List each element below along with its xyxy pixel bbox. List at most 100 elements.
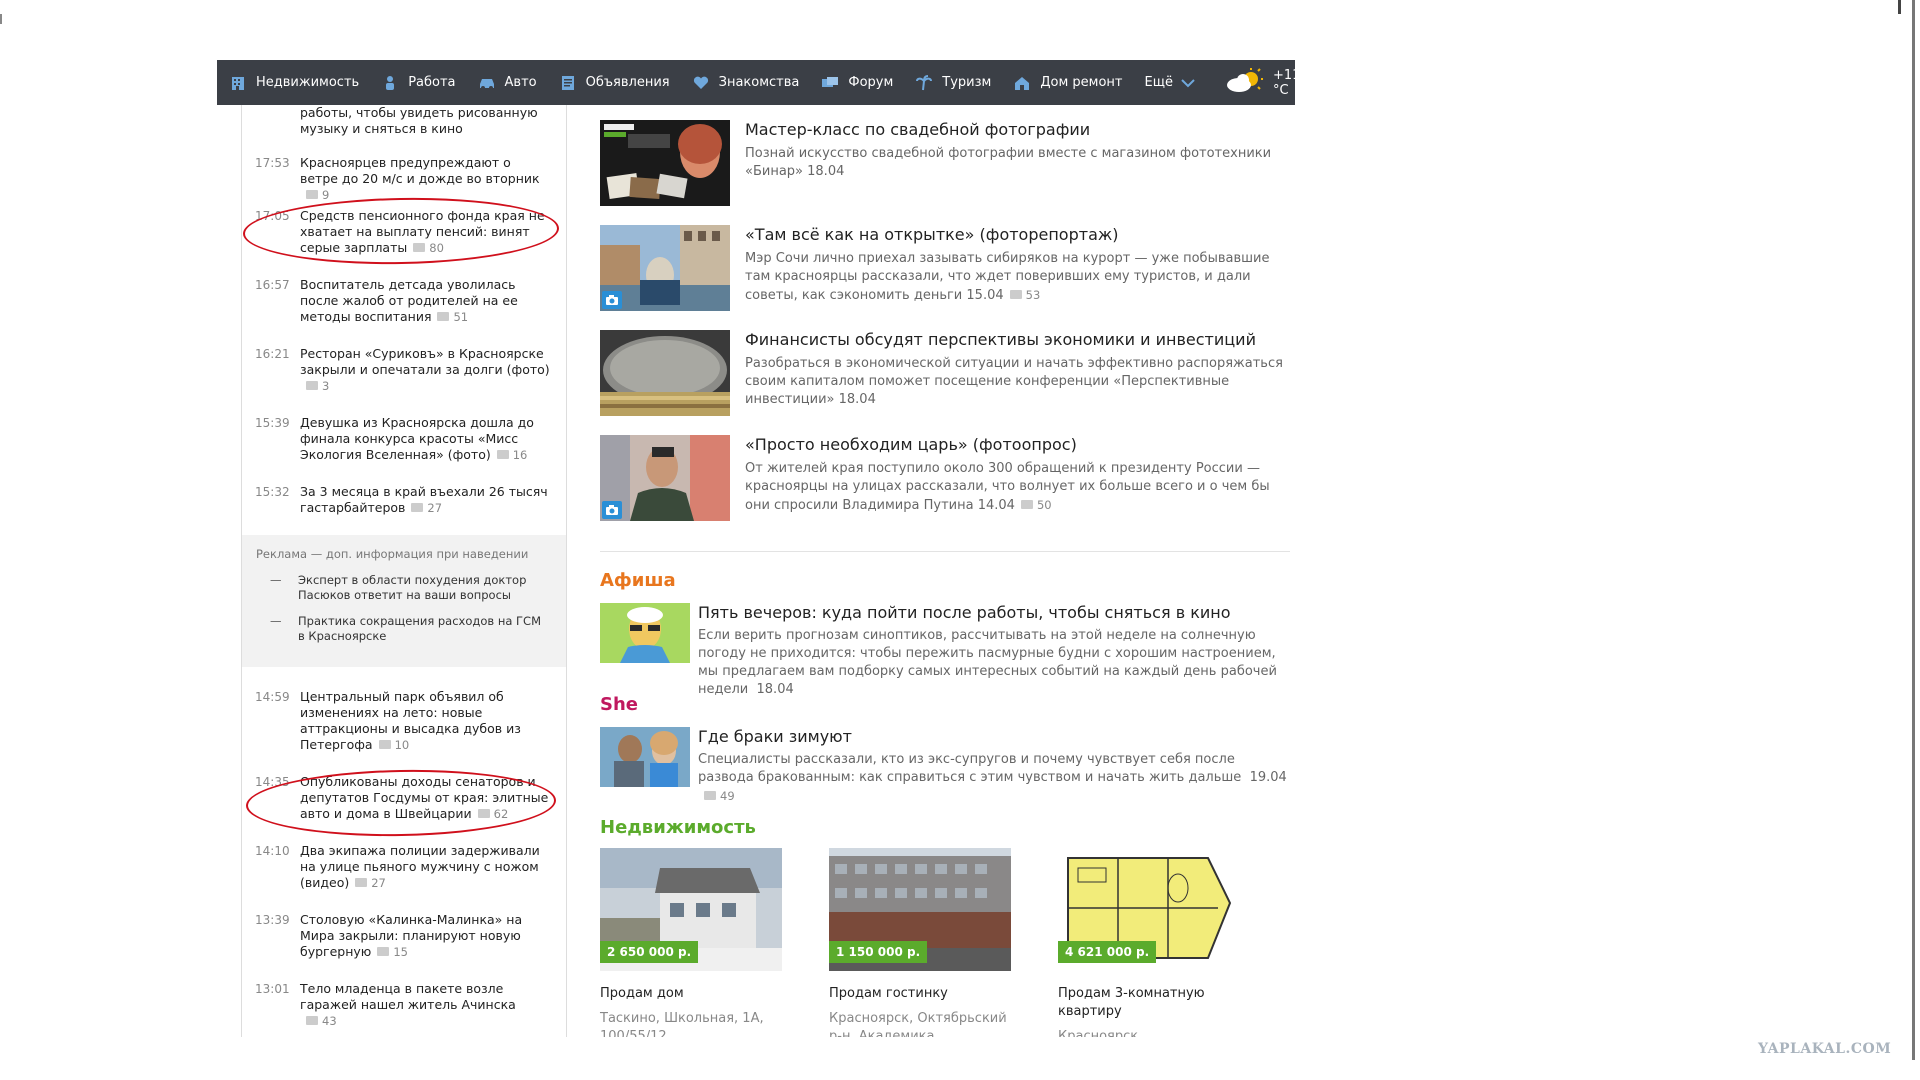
realty-photo: 1 150 000 р. xyxy=(829,848,1011,971)
window-edge-mark xyxy=(0,14,2,24)
article-thumbnail xyxy=(600,435,730,521)
divider xyxy=(600,551,1290,552)
news-text: Тело младенца в пакете возле гаражей наш… xyxy=(300,981,516,1012)
camera-icon xyxy=(602,291,622,309)
news-time: 13:01 xyxy=(255,982,290,996)
comment-icon xyxy=(437,312,450,321)
comment-icon xyxy=(377,947,390,956)
nav-item-ads[interactable]: Объявления xyxy=(559,74,670,92)
comment-count: 49 xyxy=(698,789,735,803)
comment-count: 53 xyxy=(1004,288,1040,302)
news-text: Воспитатель детсада уволилась после жало… xyxy=(300,277,518,324)
section-title-she[interactable]: She xyxy=(600,694,638,715)
news-time: 15:39 xyxy=(255,416,290,430)
comment-icon xyxy=(378,740,391,749)
section-title-afisha[interactable]: Афиша xyxy=(600,570,676,591)
comment-count: 62 xyxy=(472,807,508,821)
article-desc: Специалисты рассказали, кто из экс-супру… xyxy=(698,752,1242,785)
comment-icon xyxy=(477,809,490,818)
comment-icon xyxy=(704,791,716,800)
nav-label: Авто xyxy=(504,75,537,90)
nav-label: Недвижимость xyxy=(256,75,360,90)
comment-count: 3 xyxy=(300,379,329,393)
article-card[interactable]: «Там всё как на открытке» (фоторепортаж)… xyxy=(600,225,1290,315)
comment-count: 43 xyxy=(300,1014,337,1028)
comment-icon xyxy=(1020,500,1033,509)
building-icon xyxy=(229,74,247,92)
article-date: 15.04 xyxy=(966,288,1004,303)
nav-item-dating[interactable]: Знакомства xyxy=(692,74,799,92)
article-date: 18.04 xyxy=(756,682,794,697)
car-icon xyxy=(478,74,496,92)
camera-icon xyxy=(602,501,622,519)
nav-item-work[interactable]: Работа xyxy=(381,74,456,92)
article-thumbnail xyxy=(600,727,690,787)
news-text: работы, чтобы увидеть рисованную музыку … xyxy=(300,105,538,136)
comment-count: 80 xyxy=(407,241,444,255)
price-badge: 2 650 000 р. xyxy=(600,941,699,963)
ads-label: Реклама — доп. информация при наведении xyxy=(256,547,529,561)
realty-title: Продам гостинку xyxy=(829,986,948,1001)
realty-title: Продам дом xyxy=(600,986,684,1001)
comment-count: 50 xyxy=(1015,498,1052,512)
comment-count: 15 xyxy=(371,945,408,959)
article-card[interactable]: Пять вечеров: куда пойти после работы, ч… xyxy=(600,603,1290,697)
news-text: Ресторан «Суриковъ» в Красноярске закрыл… xyxy=(300,346,550,377)
nav-label: Работа xyxy=(408,75,456,90)
nav-label: Форум xyxy=(848,75,894,90)
heart-icon xyxy=(692,74,710,92)
nav-item-home[interactable]: Дом ремонт xyxy=(1013,74,1122,92)
article-thumbnail xyxy=(600,225,730,311)
news-text: Центральный парк объявил об изменениях н… xyxy=(300,689,521,752)
notepad-icon xyxy=(559,74,577,92)
article-card[interactable]: Где браки зимуют Специалисты рассказали,… xyxy=(600,727,1290,803)
scrollbar-top xyxy=(1898,0,1901,14)
comment-count: 9 xyxy=(300,188,329,202)
page-bottom-mask xyxy=(560,1037,1360,1080)
comment-icon xyxy=(355,878,368,887)
section-title-realty[interactable]: Недвижимость xyxy=(600,817,756,838)
realty-title: Продам 3-комнатную квартиру xyxy=(1058,986,1205,1019)
article-title: Финансисты обсудят перспективы экономики… xyxy=(745,330,1256,349)
news-time: 14:59 xyxy=(255,690,290,704)
ads-block: Реклама — доп. информация при наведении … xyxy=(242,535,566,667)
article-card[interactable]: «Просто необходим царь» (фотоопрос) От ж… xyxy=(600,435,1290,525)
worker-icon xyxy=(381,74,399,92)
comment-icon xyxy=(306,1016,318,1025)
weather-widget[interactable]: +11,8 °C xyxy=(1225,67,1313,99)
news-text: Опубликованы доходы сенаторов и депутато… xyxy=(300,774,549,821)
house-icon xyxy=(1013,74,1031,92)
article-title: Где браки зимуют xyxy=(698,727,852,746)
page-bottom-mask xyxy=(230,1037,570,1080)
article-title: Пять вечеров: куда пойти после работы, ч… xyxy=(698,603,1231,622)
article-title: «Там всё как на открытке» (фоторепортаж) xyxy=(745,225,1119,244)
article-card[interactable]: Мастер-класс по свадебной фотографии Поз… xyxy=(600,120,1290,210)
article-card[interactable]: Финансисты обсудят перспективы экономики… xyxy=(600,330,1290,420)
comment-count: 27 xyxy=(405,501,442,515)
comment-count: 16 xyxy=(491,448,527,462)
price-badge: 4 621 000 р. xyxy=(1058,941,1157,963)
watermark: YAPLAKAL.COM xyxy=(1758,1041,1892,1057)
nav-label: Туризм xyxy=(942,75,992,90)
nav-item-realty[interactable]: Недвижимость xyxy=(229,74,359,92)
comment-icon xyxy=(1009,290,1022,299)
news-time: 14:10 xyxy=(255,844,290,858)
nav-item-forum[interactable]: Форум xyxy=(821,74,893,92)
news-time: 13:39 xyxy=(255,913,290,927)
news-time: 17:05 xyxy=(255,209,290,223)
news-time: 15:32 xyxy=(255,485,290,499)
article-thumbnail xyxy=(600,120,730,206)
comment-count: 27 xyxy=(349,876,386,890)
palm-icon xyxy=(915,74,933,92)
article-date: 18.04 xyxy=(807,164,845,179)
nav-label: Дом ремонт xyxy=(1040,75,1123,90)
comment-icon xyxy=(411,503,424,512)
nav-item-tourism[interactable]: Туризм xyxy=(915,74,991,92)
scrollbar-track[interactable] xyxy=(1912,0,1915,1060)
nav-item-more[interactable]: Ещё xyxy=(1144,74,1196,92)
realty-photo: 2 650 000 р. xyxy=(600,848,782,971)
weather-temp: +11,8 °C xyxy=(1272,67,1313,98)
nav-item-auto[interactable]: Авто xyxy=(478,74,537,92)
comment-icon xyxy=(306,381,318,390)
news-time: 17:53 xyxy=(255,156,290,170)
